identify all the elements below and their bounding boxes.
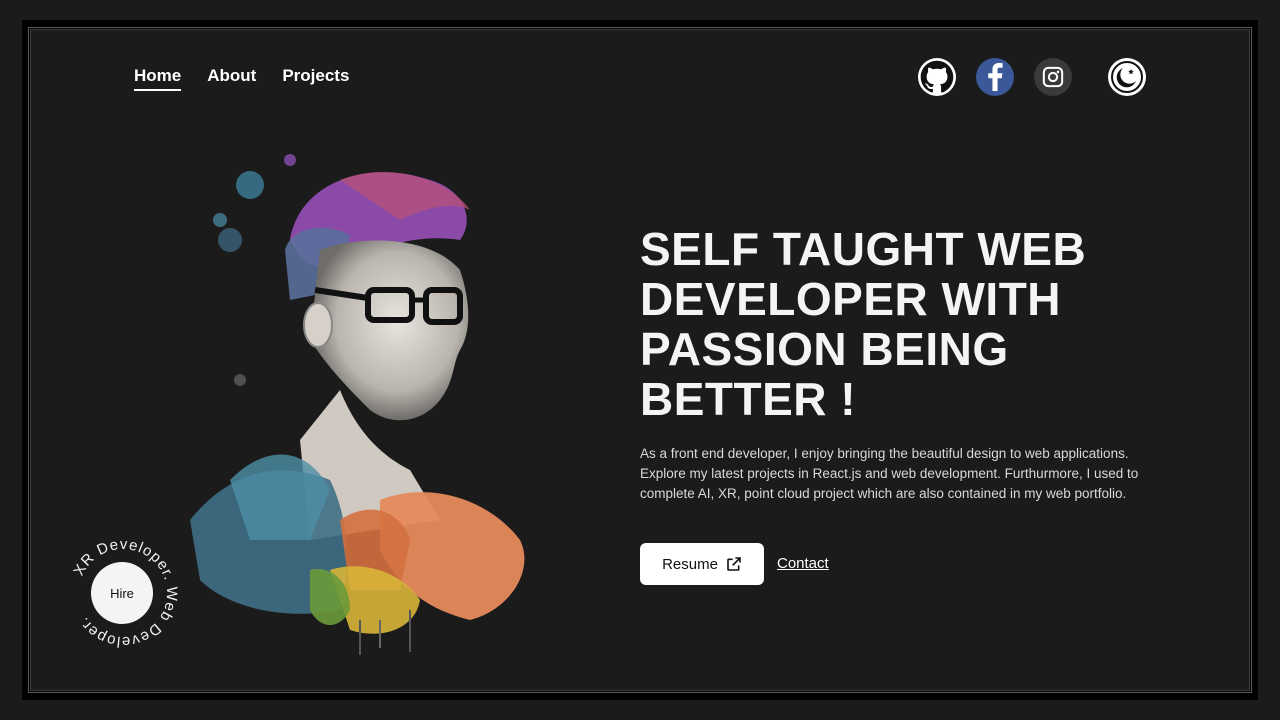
- contact-link[interactable]: Contact: [777, 555, 829, 572]
- hire-button[interactable]: Hire: [91, 562, 153, 624]
- portrait-illustration: [190, 154, 525, 655]
- hero-description: As a front end developer, I enjoy bringi…: [640, 446, 1139, 501]
- instagram-icon: [1042, 66, 1064, 88]
- resume-button[interactable]: Resume: [640, 543, 764, 585]
- resume-button-label: Resume: [662, 555, 718, 573]
- hire-badge: XR Developer. Web Developer. Hire: [70, 536, 180, 650]
- github-icon: [920, 60, 954, 93]
- main-nav: Home About Projects: [134, 66, 349, 91]
- hero-headline: SELF TAUGHT WEB DEVELOPER WITH PASSION B…: [640, 223, 1087, 425]
- facebook-link[interactable]: [976, 58, 1014, 96]
- facebook-icon: [988, 63, 1003, 91]
- nav-projects[interactable]: Projects: [282, 66, 349, 91]
- instagram-link[interactable]: [1034, 58, 1072, 96]
- moon-star-icon: [1111, 61, 1143, 93]
- nav-about[interactable]: About: [207, 66, 256, 91]
- nav-home[interactable]: Home: [134, 66, 182, 91]
- external-link-icon: [727, 557, 741, 571]
- github-link[interactable]: [918, 58, 956, 96]
- theme-toggle-button[interactable]: [1108, 58, 1146, 96]
- social-links: [918, 58, 1072, 96]
